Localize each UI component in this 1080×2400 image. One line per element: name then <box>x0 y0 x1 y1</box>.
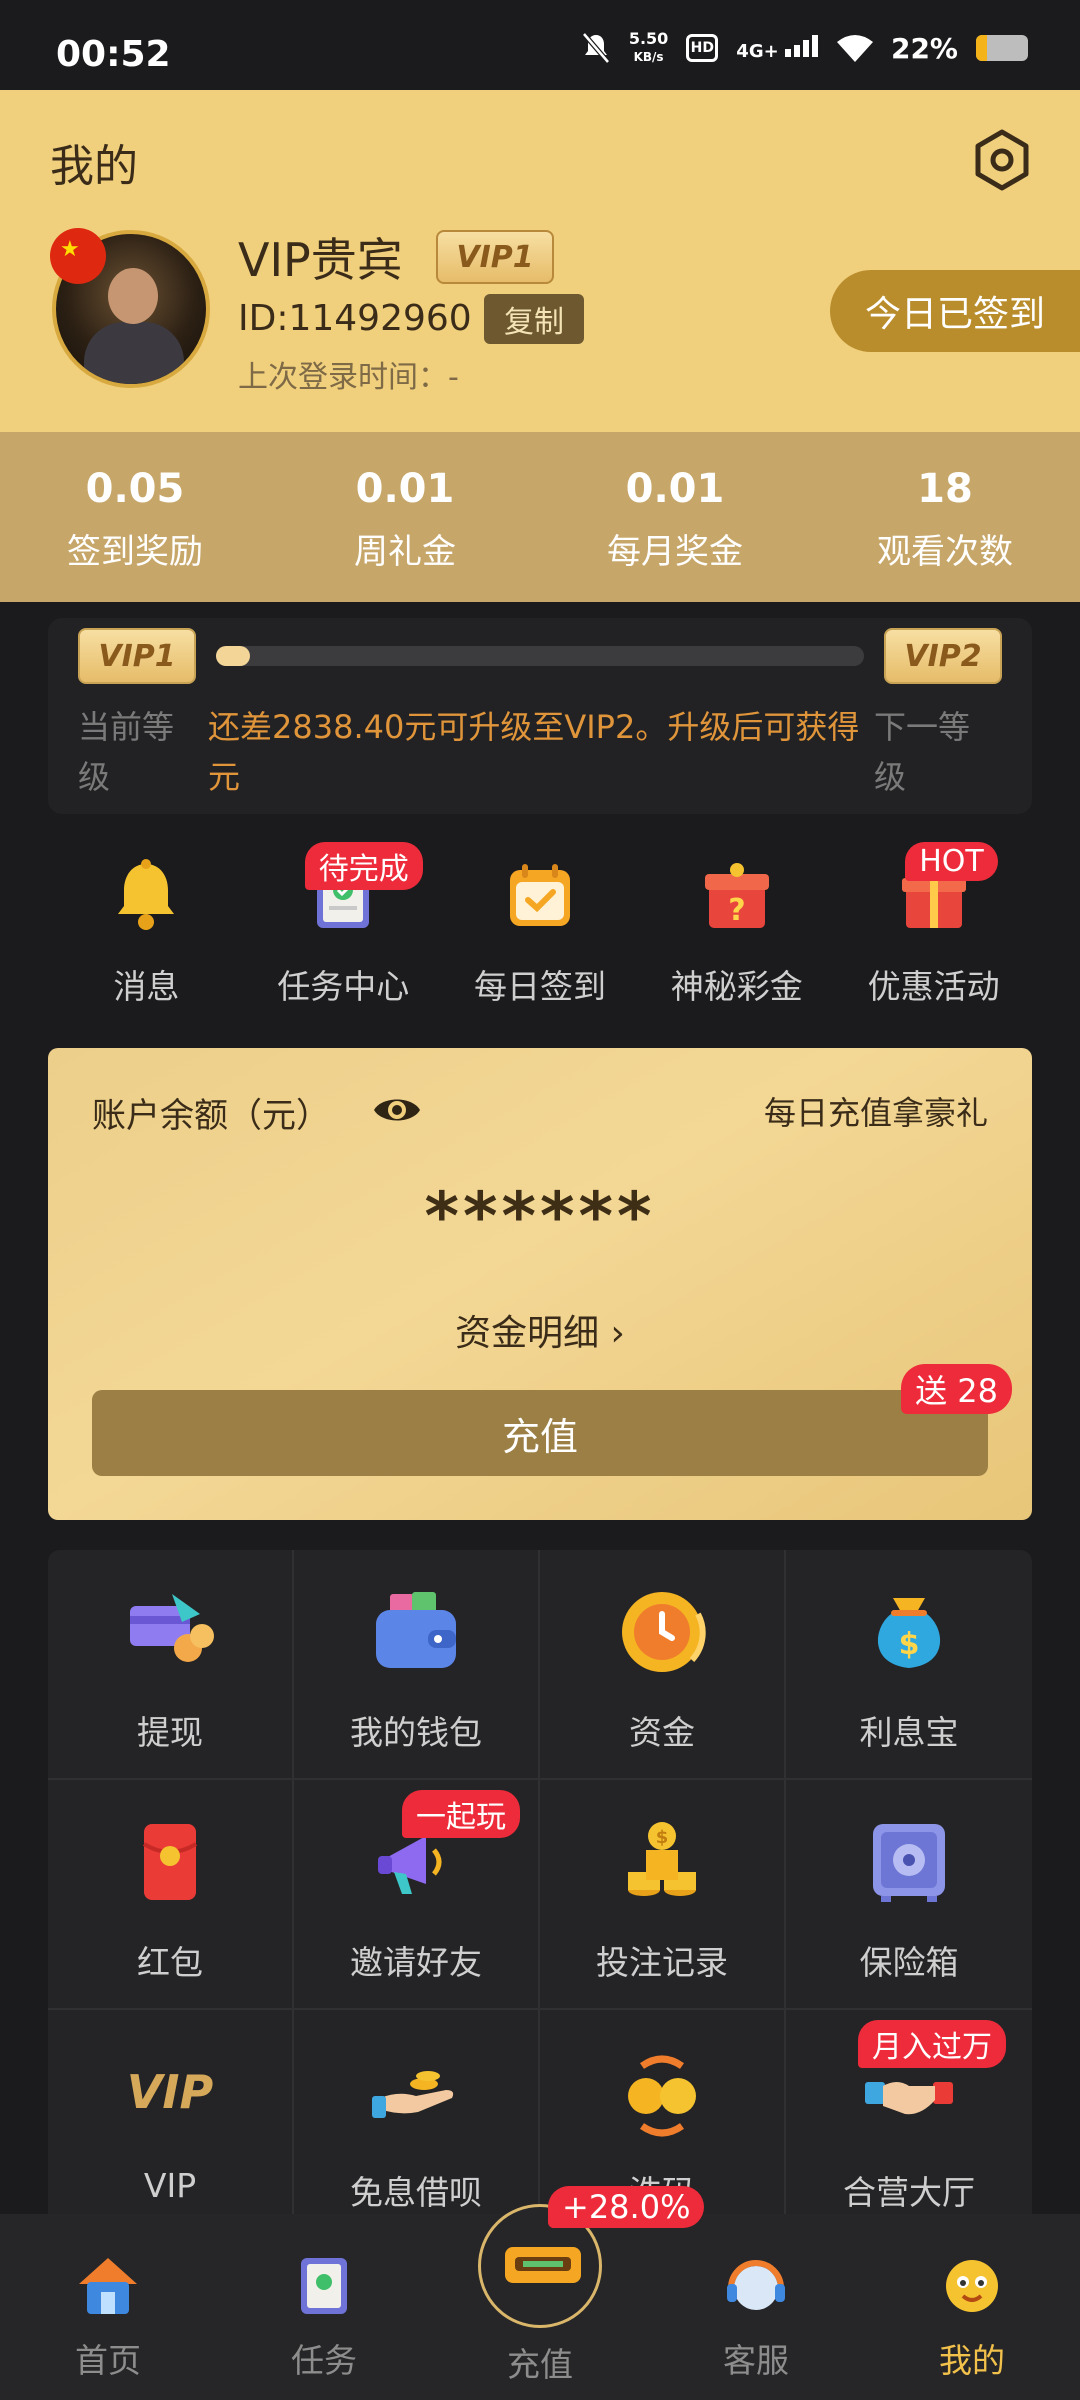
feature-grid: 提现 我的钱包 资金 $ 利息宝 红包 邀请好友 一起玩 $ 投注记录 保险箱 … <box>48 1550 1032 2246</box>
quick-promotions[interactable]: 优惠活动 HOT <box>835 836 1032 1016</box>
funds-detail-link[interactable]: 资金明细 › <box>48 1304 1032 1356</box>
stat-monthly-bonus[interactable]: 0.01 每月奖金 <box>540 432 810 602</box>
svg-text:$: $ <box>656 1827 669 1848</box>
balance-card: 账户余额（元） 每日充值拿豪礼 ****** 资金明细 › 充值 送 28 <box>48 1048 1032 1520</box>
exchange-coins-icon <box>628 2055 696 2137</box>
loan-hand-icon <box>372 2071 454 2118</box>
calendar-check-icon <box>509 864 570 926</box>
grid-interest[interactable]: $ 利息宝 <box>786 1550 1032 1780</box>
grid-funds[interactable]: 资金 <box>540 1550 786 1780</box>
settings-gear-icon[interactable] <box>970 128 1034 192</box>
vip-progress-card[interactable]: VIP1 VIP2 当前等级 还差2838.40元可升级至VIP2。升级后可获得… <box>48 618 1032 814</box>
status-bar: 00:52 5.50 KB/s HD 4G+ 22% <box>0 0 1080 90</box>
current-level-label: 当前等级 <box>78 708 175 796</box>
home-icon <box>79 2258 137 2314</box>
bonus-tag: 送 28 <box>901 1364 1012 1414</box>
eye-icon[interactable] <box>372 1092 422 1128</box>
mystery-box-icon: ? <box>704 863 769 928</box>
grid-safe[interactable]: 保险箱 <box>786 1780 1032 2010</box>
money-bag-icon: $ <box>877 1598 941 1668</box>
signal-icon: 4G+ <box>736 34 819 62</box>
stats-bar: 0.05 签到奖励 0.01 周礼金 0.01 每月奖金 18 观看次数 <box>0 432 1080 602</box>
support-icon <box>727 2260 785 2310</box>
stat-weekly-gift[interactable]: 0.01 周礼金 <box>270 432 540 602</box>
recharge-bonus-tag: +28.0% <box>548 2186 705 2228</box>
svg-text:$: $ <box>899 1627 920 1662</box>
red-envelope-icon <box>142 1824 198 1900</box>
vip-name: VIP贵宾 <box>238 233 403 287</box>
hot-tag: HOT <box>905 842 998 881</box>
quick-daily-sign[interactable]: 每日签到 <box>442 836 639 1016</box>
vip-level-badge: VIP1 <box>436 230 554 284</box>
recharge-icon <box>505 2247 581 2283</box>
vip-icon: VIP <box>127 2065 214 2119</box>
quick-messages[interactable]: 消息 <box>48 836 245 1016</box>
grid-interest-free-loan[interactable]: 免息借呗 <box>294 2010 540 2240</box>
coins-icon: $ <box>628 1822 696 1896</box>
bell-icon <box>118 859 175 930</box>
copy-id-button[interactable]: 复制 <box>484 294 584 344</box>
last-login-time: 上次登录时间：- <box>238 360 459 395</box>
network-speed: 5.50 KB/s <box>628 29 669 65</box>
bottom-nav: 首页 任务 充值 客服 我的 +28.0% <box>0 2186 1080 2400</box>
vip-progress-bar <box>216 646 864 666</box>
balance-amount: ****** <box>424 1178 656 1255</box>
user-id: ID:11492960 <box>238 298 472 339</box>
upgrade-message: 还差2838.40元可升级至VIP2。升级后可获得元 <box>208 708 860 796</box>
next-level-label: 下一等级 <box>874 708 971 796</box>
withdraw-icon <box>130 1594 214 1662</box>
recharge-button[interactable]: 充值 <box>92 1390 988 1476</box>
monthly-income-tag: 月入过万 <box>858 2020 1006 2068</box>
grid-bet-records[interactable]: $ 投注记录 <box>540 1780 786 2010</box>
nav-tasks[interactable]: 任务 <box>216 2214 432 2400</box>
current-vip-badge: VIP1 <box>78 628 196 684</box>
stat-sign-reward[interactable]: 0.05 签到奖励 <box>0 432 270 602</box>
safe-icon <box>873 1824 945 1902</box>
pending-tag: 待完成 <box>304 842 423 890</box>
stat-view-count[interactable]: 18 观看次数 <box>810 432 1080 602</box>
mute-bell-icon <box>581 32 610 64</box>
battery-percent: 22% <box>890 31 958 65</box>
grid-vip[interactable]: VIP VIP <box>48 2010 294 2240</box>
nav-support[interactable]: 客服 <box>648 2214 864 2400</box>
profile-header: 我的 ★ VIP贵宾 VIP1 ID:11492960 复制 上次登录时间：- … <box>0 90 1080 432</box>
quick-task-center[interactable]: 任务中心 待完成 <box>245 836 442 1016</box>
next-vip-badge: VIP2 <box>884 628 1002 684</box>
wallet-icon <box>376 1592 456 1668</box>
nav-recharge[interactable]: 充值 <box>432 2204 648 2400</box>
grid-red-envelope[interactable]: 红包 <box>48 1780 294 2010</box>
battery-icon <box>976 35 1028 61</box>
page-title: 我的 <box>50 141 138 192</box>
status-icons: 5.50 KB/s HD 4G+ 22% <box>581 30 1028 66</box>
play-together-tag: 一起玩 <box>402 1790 520 1838</box>
grid-withdraw[interactable]: 提现 <box>48 1550 294 1780</box>
wifi-icon <box>836 35 873 62</box>
nav-profile[interactable]: 我的 <box>864 2214 1080 2400</box>
quick-actions: 消息 任务中心 待完成 每日签到 ? 神秘彩金 优惠活动 HOT <box>48 836 1032 1016</box>
grid-partner-hall[interactable]: 合营大厅 月入过万 <box>786 2010 1032 2240</box>
nav-home[interactable]: 首页 <box>0 2214 216 2400</box>
daily-recharge-promo[interactable]: 每日充值拿豪礼 <box>764 1088 988 1134</box>
balance-label: 账户余额（元） <box>92 1096 330 1136</box>
task-board-icon <box>301 2258 347 2314</box>
profile-icon <box>946 2260 998 2312</box>
grid-invite-friends[interactable]: 邀请好友 一起玩 <box>294 1780 540 2010</box>
grid-my-wallet[interactable]: 我的钱包 <box>294 1550 540 1780</box>
hd-icon: HD <box>686 34 719 62</box>
signed-in-today-button[interactable]: 今日已签到 <box>830 270 1080 352</box>
china-flag-icon: ★ <box>50 228 106 284</box>
vip-progress-fill <box>216 646 250 666</box>
svg-text:VIP: VIP <box>127 2065 214 2119</box>
status-time: 00:52 <box>56 34 171 75</box>
quick-mystery-bonus[interactable]: ? 神秘彩金 <box>638 836 835 1016</box>
svg-text:?: ? <box>728 893 745 928</box>
funds-icon <box>622 1592 706 1672</box>
